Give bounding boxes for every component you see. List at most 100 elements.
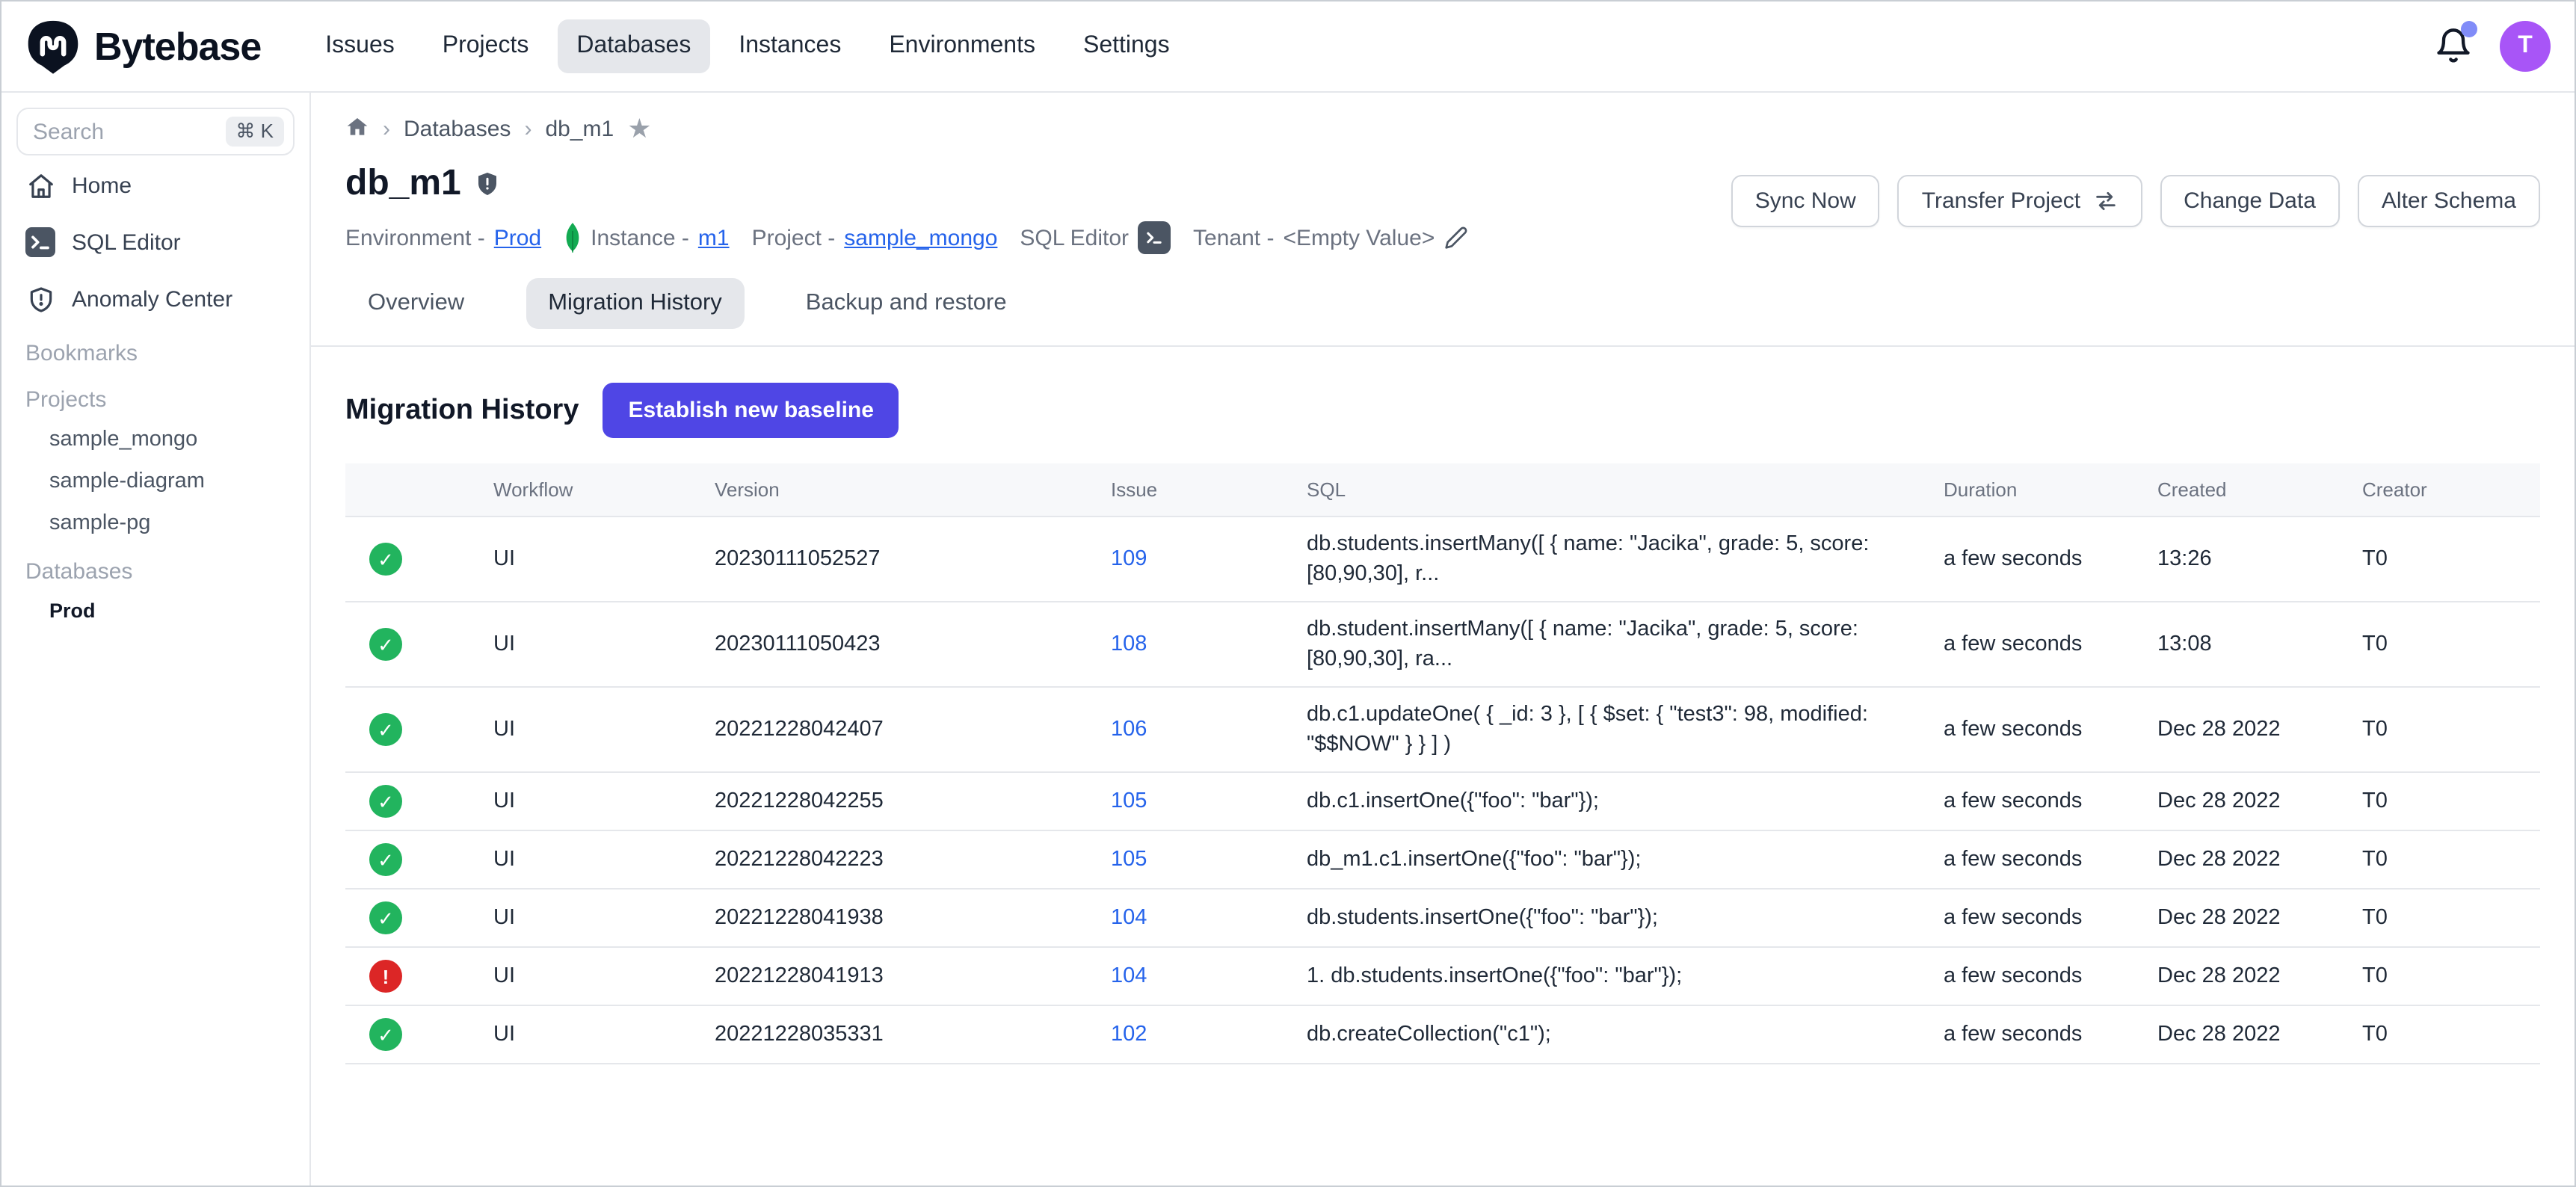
sidebar-project-sample-pg[interactable]: sample-pg [16,502,295,544]
brand-name: Bytebase [94,23,261,70]
sidebar: ⌘ K Home SQL Editor Anomaly Center [1,93,311,1186]
status-success-icon: ✓ [369,1018,402,1051]
breadcrumb-databases[interactable]: Databases [404,117,511,142]
creator-cell: T0 [2362,687,2540,772]
creator-cell: T0 [2362,517,2540,602]
sql-cell: db_m1.c1.insertOne({"foo": "bar"}); [1307,830,1944,889]
change-data-button[interactable]: Change Data [2160,175,2340,227]
issue-link[interactable]: 105 [1111,789,1147,813]
page-actions: Sync Now Transfer Project Change Data Al… [1731,175,2540,227]
sql-cell: db.c1.updateOne( { _id: 3 }, [ { $set: {… [1307,687,1944,772]
sidebar-item-sql-editor[interactable]: SQL Editor [16,215,295,269]
migration-row: ✓ UI 20221228042255 105 db.c1.insertOne(… [345,772,2540,830]
sidebar-item-anomaly-center[interactable]: Anomaly Center [16,272,295,326]
migration-row: ✓ UI 20230111050423 108 db.student.inser… [345,602,2540,687]
duration-cell: a few seconds [1944,772,2157,830]
tab-overview[interactable]: Overview [345,278,487,329]
version-cell: 20221228042223 [715,830,1111,889]
created-cell: 13:08 [2157,602,2362,687]
issue-link[interactable]: 106 [1111,718,1147,742]
nav-item-instances[interactable]: Instances [719,19,860,73]
creator-cell: T0 [2362,889,2540,947]
nav-item-projects[interactable]: Projects [423,19,549,73]
tab-migration-history[interactable]: Migration History [526,278,745,329]
created-cell: Dec 28 2022 [2157,1005,2362,1064]
sidebar-item-home[interactable]: Home [16,158,295,212]
notifications-button[interactable] [2434,27,2473,66]
terminal-icon [1138,221,1171,254]
version-cell: 20230111052527 [715,517,1111,602]
sidebar-project-sample-diagram[interactable]: sample-diagram [16,460,295,502]
sql-cell: db.createCollection("c1"); [1307,1005,1944,1064]
establish-baseline-button[interactable]: Establish new baseline [603,383,899,438]
issue-link[interactable]: 108 [1111,632,1147,656]
creator-cell: T0 [2362,830,2540,889]
issue-link[interactable]: 104 [1111,964,1147,988]
transfer-project-label: Transfer Project [1922,188,2080,214]
creator-cell: T0 [2362,947,2540,1005]
main-content: › Databases › db_m1 ★ db_m1 Environment … [311,93,2575,1186]
sidebar-section-bookmarks: Bookmarks [16,326,295,372]
notification-dot [2461,21,2477,37]
sql-cell: db.students.insertOne({"foo": "bar"}); [1307,889,1944,947]
migration-row: ✓ UI 20230111052527 109 db.students.inse… [345,517,2540,602]
transfer-project-button[interactable]: Transfer Project [1898,175,2142,227]
nav-item-environments[interactable]: Environments [869,19,1055,73]
alter-schema-button[interactable]: Alter Schema [2358,175,2540,227]
created-cell: Dec 28 2022 [2157,889,2362,947]
sidebar-database-prod[interactable]: Prod [16,591,295,631]
created-cell: Dec 28 2022 [2157,947,2362,1005]
migration-row: ✓ UI 20221228042223 105 db_m1.c1.insertO… [345,830,2540,889]
version-cell: 20221228041938 [715,889,1111,947]
mongodb-leaf-icon [564,223,582,253]
migration-row: ! UI 20221228041913 104 1. db.students.i… [345,947,2540,1005]
issue-link[interactable]: 102 [1111,1023,1147,1046]
sql-editor-link[interactable]: SQL Editor [1020,221,1171,254]
nav-item-settings[interactable]: Settings [1064,19,1189,73]
sql-cell: db.student.insertMany([ { name: "Jacika"… [1307,602,1944,687]
project-link[interactable]: sample_mongo [844,225,997,250]
tabs-divider [311,345,2575,347]
tab-backup-and-restore[interactable]: Backup and restore [783,278,1029,329]
issue-link[interactable]: 109 [1111,547,1147,571]
breadcrumb-home[interactable] [345,114,369,144]
topnav-right: T [2434,21,2551,72]
instance-label: Instance - [591,225,689,250]
user-avatar[interactable]: T [2500,21,2551,72]
version-cell: 20221228042407 [715,687,1111,772]
terminal-icon [25,227,55,257]
status-column-header [345,463,493,517]
star-icon[interactable]: ★ [627,114,651,145]
status-success-icon: ✓ [369,628,402,661]
duration-cell: a few seconds [1944,687,2157,772]
project-label: Project - [752,225,836,250]
duration-cell: a few seconds [1944,830,2157,889]
version-cell: 20221228042255 [715,772,1111,830]
duration-cell: a few seconds [1944,517,2157,602]
tenant-label: Tenant - [1193,225,1274,250]
workflow-cell: UI [493,772,715,830]
workflow-cell: UI [493,687,715,772]
brand-logo[interactable]: Bytebase [25,19,261,74]
creator-cell: T0 [2362,772,2540,830]
sync-now-button[interactable]: Sync Now [1731,175,1880,227]
sql-cell: db.students.insertMany([ { name: "Jacika… [1307,517,1944,602]
tenant-value: <Empty Value> [1283,225,1435,250]
workflow-cell: UI [493,517,715,602]
nav-item-issues[interactable]: Issues [306,19,414,73]
nav-item-databases[interactable]: Databases [557,19,710,73]
instance-link[interactable]: m1 [698,225,730,250]
duration-cell: a few seconds [1944,602,2157,687]
workflow-cell: UI [493,889,715,947]
sql-cell: db.c1.insertOne({"foo": "bar"}); [1307,772,1944,830]
issue-link[interactable]: 104 [1111,906,1147,930]
sidebar-project-sample-mongo[interactable]: sample_mongo [16,419,295,460]
status-success-icon: ✓ [369,843,402,876]
breadcrumb-current: db_m1 [545,117,614,142]
issue-link[interactable]: 105 [1111,848,1147,872]
version-column-header: Version [715,463,1111,517]
search-input[interactable] [33,119,182,144]
shield-alert-icon [475,170,502,197]
pencil-icon[interactable] [1443,226,1467,250]
environment-link[interactable]: Prod [494,225,541,250]
